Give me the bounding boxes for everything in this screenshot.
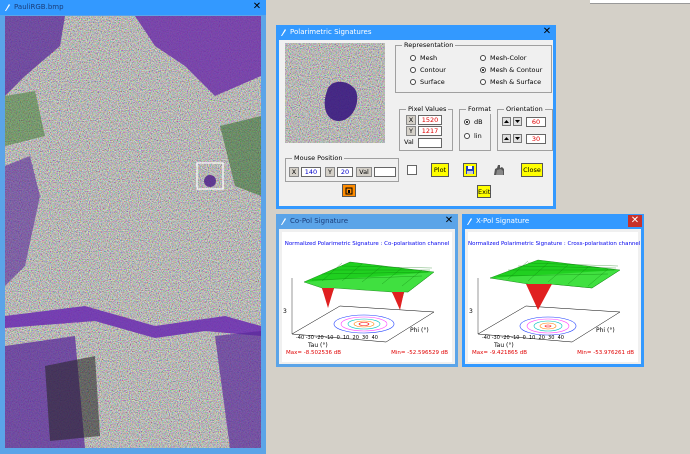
mouse-val-field[interactable] (374, 167, 396, 177)
blank-checkbox[interactable] (407, 165, 417, 175)
orientation1-field[interactable]: 60 (526, 117, 546, 127)
orientation-label: Orientation (504, 105, 545, 114)
copol-plot-area: Normalized Polarimetric Signature : Co-p… (282, 232, 452, 362)
polsig-title: Polarimetric Signatures (290, 28, 372, 36)
orientation2-down-button[interactable] (513, 134, 522, 143)
copol-ticks: -40 -30 -20 -10 0 10 20 30 40 (296, 335, 378, 341)
xpol-ticks: -40 -30 -20 -10 0 10 20 30 40 (482, 335, 564, 341)
xpol-plot-title: Normalized Polarimetric Signature : Cros… (468, 241, 641, 247)
close-icon[interactable]: ✕ (250, 1, 264, 13)
mouse-x-field[interactable]: 140 (301, 167, 321, 177)
copol-titlebar[interactable]: Co-Pol Signature ✕ (276, 214, 458, 229)
close-icon[interactable]: ✕ (442, 215, 456, 227)
orientation2-up-button[interactable] (502, 134, 511, 143)
orientation1-up-button[interactable] (502, 117, 511, 126)
help-button[interactable] (342, 184, 356, 197)
mouse-x-label: X (289, 167, 299, 177)
radio-surface[interactable]: Surface (410, 78, 445, 87)
close-button[interactable]: Close (521, 163, 543, 177)
arrow-up-icon (504, 120, 509, 123)
radio-db[interactable]: dB (464, 118, 483, 127)
mouse-position-label: Mouse Position (292, 154, 345, 163)
xpol-axis-y: Tau (°) (494, 342, 514, 349)
format-label: Format (466, 105, 493, 114)
orientation2-field[interactable]: 30 (526, 134, 546, 144)
desktop-strip (590, 0, 690, 4)
help-icon (345, 187, 353, 195)
mouse-y-label: Y (325, 167, 335, 177)
image-window-title: PauliRGB.bmp (14, 3, 64, 11)
copol-title: Co-Pol Signature (290, 217, 349, 225)
image-thumbnail (285, 43, 385, 143)
xpol-titlebar[interactable]: X-Pol Signature ✕ (462, 214, 644, 229)
radio-mesh[interactable]: Mesh (410, 54, 437, 63)
polsig-titlebar[interactable]: Polarimetric Signatures ✕ (276, 25, 556, 40)
pen-icon (281, 29, 286, 36)
xpol-z-label: 3 (469, 308, 473, 315)
xpol-plot-area: Normalized Polarimetric Signature : Cros… (468, 232, 641, 362)
close-icon[interactable]: ✕ (540, 26, 554, 38)
radio-lin[interactable]: lin (464, 132, 482, 141)
xpol-window: X-Pol Signature ✕ Normalized Polarimetri… (462, 214, 644, 367)
representation-group: Representation Mesh Contour Surface Mesh… (395, 41, 552, 93)
polsig-window: Polarimetric Signatures ✕ Representation… (276, 25, 556, 209)
pen-icon (467, 218, 472, 225)
copol-mesh-surface (303, 261, 435, 310)
copol-z-label: 3 (283, 308, 287, 315)
pixel-x-label: X (406, 115, 416, 125)
pixel-values-group: Pixel Values X 1520 Y 1217 Val (399, 105, 453, 151)
xpol-min: Min= -53.976261 dB (577, 350, 634, 356)
pen-icon (5, 4, 10, 11)
radio-mesh-surface[interactable]: Mesh & Surface (480, 78, 541, 87)
radio-mesh-color[interactable]: Mesh-Color (480, 54, 526, 63)
pen-icon (281, 218, 286, 225)
pixel-x-field[interactable]: 1520 (418, 115, 442, 125)
mouse-y-field[interactable]: 20 (337, 167, 353, 177)
xpol-title: X-Pol Signature (476, 217, 530, 225)
plot-button[interactable]: Plot (431, 163, 449, 177)
xpol-mesh-surface (489, 259, 621, 310)
copol-window: Co-Pol Signature ✕ Normalized Polarimetr… (276, 214, 458, 367)
copol-plot-title: Normalized Polarimetric Signature : Co-p… (284, 241, 450, 247)
close-icon[interactable]: ✕ (628, 215, 642, 227)
image-window: PauliRGB.bmp ✕ (0, 0, 266, 454)
radio-contour[interactable]: Contour (410, 66, 446, 75)
radio-mesh-contour[interactable]: Mesh & Contour (480, 66, 542, 75)
xpol-axis-x: Phi (°) (596, 327, 615, 334)
format-group: Format dB lin (459, 105, 493, 151)
pixel-values-label: Pixel Values (406, 105, 449, 114)
arrow-down-icon (515, 137, 520, 140)
copol-axis-y: Tau (°) (308, 342, 328, 349)
copol-max: Max= -8.502536 dB (286, 350, 341, 356)
pixel-y-label: Y (406, 126, 416, 136)
orientation1-down-button[interactable] (513, 117, 522, 126)
hand-icon[interactable] (492, 163, 506, 177)
copol-min: Min= -52.596529 dB (391, 350, 448, 356)
xpol-max: Max= -9.421865 dB (472, 350, 527, 356)
arrow-up-icon (504, 137, 509, 140)
mouse-val-label: Val (356, 167, 372, 177)
pixel-y-field[interactable]: 1217 (418, 126, 442, 136)
pixel-val-label: Val (404, 138, 414, 146)
floppy-disk-icon (466, 166, 474, 174)
arrow-down-icon (515, 120, 520, 123)
save-button[interactable] (463, 163, 477, 177)
mouse-position-group: Mouse Position X 140 Y 20 Val (285, 154, 399, 182)
orientation-group: Orientation 60 30 (497, 105, 553, 151)
pixel-val-field[interactable] (418, 138, 442, 148)
copol-axis-x: Phi (°) (410, 327, 429, 334)
image-window-titlebar[interactable]: PauliRGB.bmp ✕ (0, 0, 266, 15)
exit-button[interactable]: Exit (477, 185, 491, 198)
representation-label: Representation (402, 41, 456, 50)
sar-image[interactable] (5, 16, 261, 448)
